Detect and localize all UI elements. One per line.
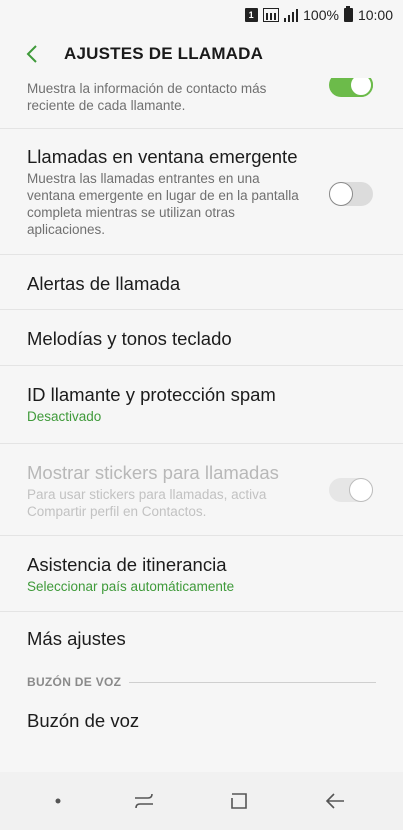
- setting-popup-calls-summary: Muestra las llamadas entrantes en una ve…: [27, 171, 299, 237]
- battery-percent: 100%: [303, 7, 339, 23]
- navigation-bar: [0, 772, 403, 830]
- clock: 10:00: [357, 7, 393, 23]
- battery-icon: [343, 6, 353, 22]
- recents-icon[interactable]: [124, 781, 164, 821]
- setting-popup-calls[interactable]: Llamadas en ventana emergente Muestra la…: [0, 129, 403, 255]
- page-title: AJUSTES DE LLAMADA: [64, 44, 264, 63]
- contact-info-toggle[interactable]: [329, 78, 373, 97]
- setting-roaming-assist[interactable]: Asistencia de itinerancia Seleccionar pa…: [0, 536, 403, 612]
- dot-indicator-icon: [48, 781, 68, 821]
- screen: 1 100% 10:00 AJUSTES DE LLAMADA Muestra …: [0, 0, 403, 830]
- setting-roaming-assist-summary: Seleccionar país automáticamente: [27, 579, 235, 594]
- setting-call-stickers: Mostrar stickers para llamadas Para usar…: [0, 444, 403, 536]
- network-icon: [262, 8, 279, 22]
- status-bar: 1 100% 10:00: [0, 0, 403, 30]
- call-stickers-toggle: [329, 478, 373, 502]
- back-arrow-icon[interactable]: [315, 781, 355, 821]
- setting-caller-id[interactable]: ID llamante y protección spam Desactivad…: [0, 366, 403, 444]
- sim-icon: 1: [244, 8, 258, 22]
- setting-more-title: Más ajustes: [27, 628, 126, 649]
- popup-calls-toggle[interactable]: [329, 182, 373, 206]
- setting-more[interactable]: Más ajustes: [0, 612, 403, 667]
- setting-ringtones[interactable]: Melodías y tonos teclado: [0, 310, 403, 366]
- setting-popup-calls-title: Llamadas en ventana emergente: [27, 146, 298, 167]
- setting-contact-info[interactable]: Muestra la información de contacto más r…: [0, 78, 403, 129]
- section-divider: [129, 681, 376, 683]
- setting-contact-info-summary: Muestra la información de contacto más r…: [27, 81, 267, 113]
- section-voicemail-label: BUZÓN DE VOZ: [27, 675, 122, 689]
- section-header-voicemail: BUZÓN DE VOZ: [0, 667, 403, 697]
- app-header: AJUSTES DE LLAMADA: [0, 30, 403, 78]
- setting-caller-id-title: ID llamante y protección spam: [27, 384, 276, 405]
- settings-list: Muestra la información de contacto más r…: [0, 78, 403, 748]
- setting-ringtones-title: Melodías y tonos teclado: [27, 328, 232, 349]
- setting-call-stickers-title: Mostrar stickers para llamadas: [27, 462, 279, 483]
- setting-call-alerts[interactable]: Alertas de llamada: [0, 255, 403, 310]
- signal-icon: [283, 8, 299, 22]
- setting-call-alerts-title: Alertas de llamada: [27, 273, 181, 294]
- setting-voicemail[interactable]: Buzón de voz: [0, 697, 403, 748]
- setting-call-stickers-summary: Para usar stickers para llamadas, activa…: [27, 487, 267, 519]
- chevron-left-icon[interactable]: [22, 44, 42, 64]
- setting-voicemail-title: Buzón de voz: [27, 710, 140, 731]
- home-icon[interactable]: [219, 781, 259, 821]
- setting-caller-id-summary: Desactivado: [27, 409, 102, 424]
- setting-roaming-assist-title: Asistencia de itinerancia: [27, 554, 227, 575]
